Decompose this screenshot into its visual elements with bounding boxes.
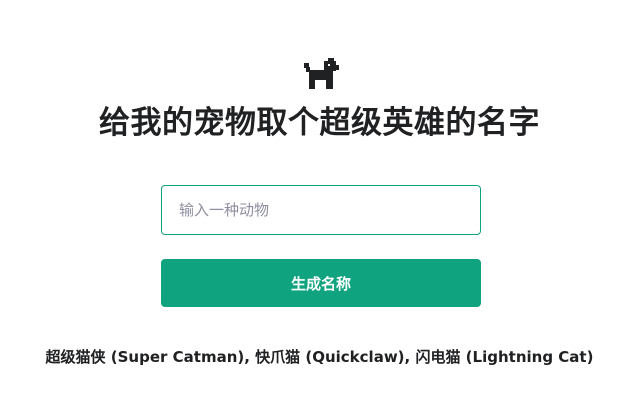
dog-icon bbox=[303, 57, 339, 89]
page-title: 给我的宠物取个超级英雄的名字 bbox=[99, 105, 540, 141]
result-text: 超级猫侠 (Super Catman), 快爪猫 (Quickclaw), 闪电… bbox=[45, 348, 594, 366]
animal-input[interactable] bbox=[161, 185, 481, 235]
generate-names-button[interactable]: 生成名称 bbox=[161, 259, 481, 307]
app-page: 给我的宠物取个超级英雄的名字 生成名称 超级猫侠 (Super Catman),… bbox=[0, 0, 639, 406]
